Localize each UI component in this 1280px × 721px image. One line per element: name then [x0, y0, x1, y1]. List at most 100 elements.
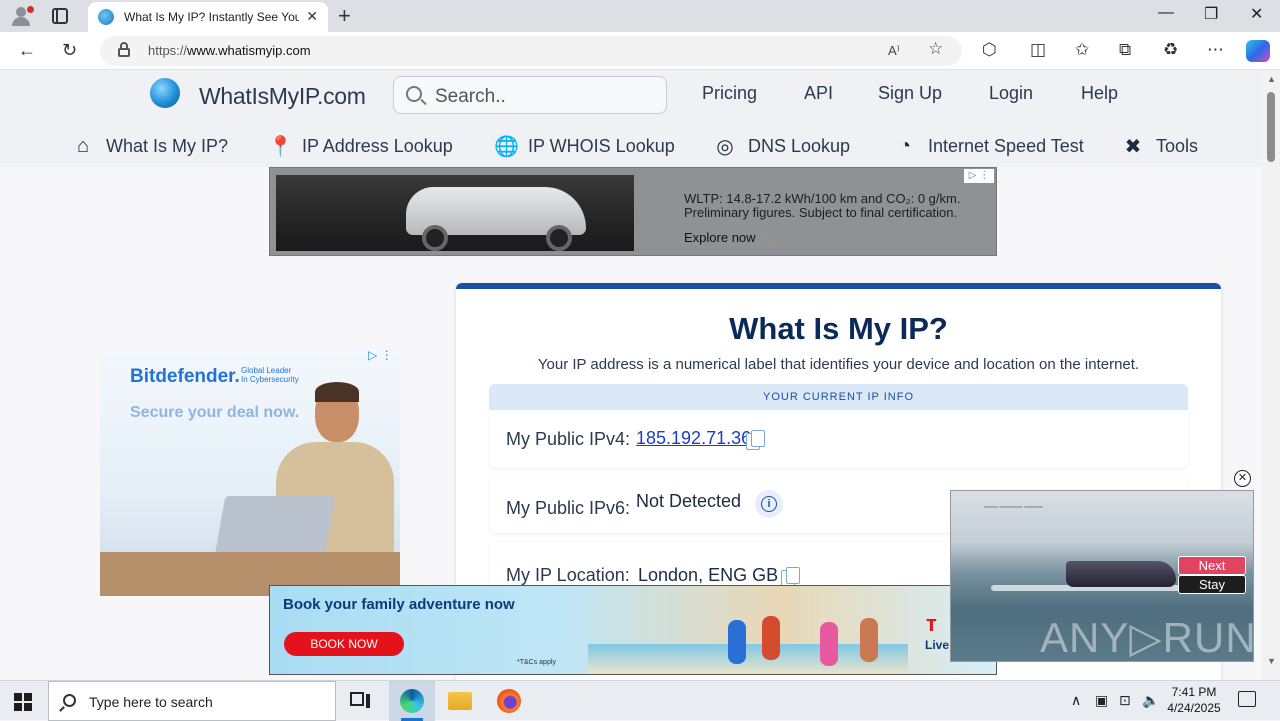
new-tab-button[interactable]: +: [338, 3, 351, 29]
video-next-button[interactable]: Next: [1178, 556, 1246, 575]
ipv6-label: My Public IPv6:: [506, 498, 631, 518]
ad-headline: Secure your deal now.: [130, 404, 300, 421]
globe-icon: 🌐: [494, 135, 519, 158]
subnav-internet-speed-test[interactable]: ◔ Internet Speed Test: [894, 133, 1084, 159]
subnav-label: IP Address Lookup: [302, 135, 453, 156]
map-pin-icon: 📍: [268, 135, 293, 158]
task-view-icon[interactable]: [350, 692, 370, 710]
windows-start-icon[interactable]: [14, 693, 32, 711]
favorites-icon[interactable]: ✩: [1075, 40, 1089, 60]
video-close-button[interactable]: ✕: [1234, 470, 1251, 487]
ipv4-value[interactable]: 185.192.71.36: [636, 428, 751, 449]
taskbar-search-box[interactable]: Type here to search: [48, 681, 336, 721]
performance-icon[interactable]: ♻: [1163, 40, 1178, 60]
video-stay-button[interactable]: Stay: [1178, 575, 1246, 594]
nav-help[interactable]: Help: [1081, 83, 1118, 104]
back-icon[interactable]: ←: [18, 40, 36, 61]
browser-toolbar: ← ↻ https://www.whatismyip.com A⁾ ☆ ⬡ ◫ …: [0, 32, 1280, 70]
ipv4-label: My Public IPv4:: [506, 429, 631, 449]
copy-icon[interactable]: [781, 567, 800, 587]
site-search-input[interactable]: Search..: [393, 76, 667, 114]
adchoices-icon[interactable]: ▷ ⋮: [964, 169, 994, 183]
ad-car-photo: [276, 175, 634, 251]
ad-tagline: Global Leader In Cybersecurity: [241, 366, 299, 384]
window-close-button[interactable]: ✕: [1250, 4, 1263, 24]
nav-pricing[interactable]: Pricing: [702, 83, 757, 104]
copilot-icon[interactable]: [1246, 40, 1270, 62]
floating-video-player[interactable]: ▔▔▔ ▔▔▔▔▔ ▔▔▔▔ Next Stay ANY▷RUN: [950, 490, 1254, 662]
nav-sign-up[interactable]: Sign Up: [878, 83, 942, 104]
volume-icon[interactable]: 🔈: [1142, 692, 1159, 709]
nav-api[interactable]: API: [804, 83, 833, 104]
site-header: WhatIsMyIP.com Search.. Pricing API Sign…: [0, 70, 1262, 167]
taskbar-clock[interactable]: 7:41 PM 4/24/2025: [1162, 684, 1226, 716]
home-icon: ⌂: [76, 134, 90, 157]
subnav-label: DNS Lookup: [748, 135, 851, 156]
ad-explore-link[interactable]: Explore now →: [684, 230, 777, 245]
subnav-dns-lookup[interactable]: ◎ DNS Lookup: [714, 133, 850, 159]
subnav-label: Tools: [1156, 135, 1199, 156]
ad-brand-logo: ᴛ: [926, 611, 937, 636]
show-hidden-icons[interactable]: ∧: [1071, 692, 1081, 709]
extensions-icon[interactable]: ⬡: [982, 40, 997, 60]
firefox-icon[interactable]: [497, 689, 521, 713]
tab-actions-icon[interactable]: [52, 8, 68, 24]
page-scrollbar[interactable]: ▲ ▼: [1262, 70, 1280, 680]
edge-browser-icon[interactable]: [400, 689, 424, 713]
meet-now-icon[interactable]: ▣: [1095, 692, 1108, 709]
subnav-tools[interactable]: ✖ Tools: [1122, 133, 1198, 159]
subnav-what-is-my-ip[interactable]: ⌂ What Is My IP?: [72, 133, 228, 159]
subnav-ip-address-lookup[interactable]: 📍 IP Address Lookup: [268, 133, 453, 159]
tab-title: What Is My IP? Instantly See Your: [124, 10, 299, 24]
book-now-button[interactable]: BOOK NOW: [284, 632, 404, 656]
anyrun-watermark: ANY▷RUN: [1040, 614, 1254, 661]
nav-login[interactable]: Login: [989, 83, 1033, 104]
subnav-ip-whois-lookup[interactable]: 🌐 IP WHOIS Lookup: [494, 133, 675, 159]
dns-icon: ◎: [716, 135, 734, 158]
more-icon[interactable]: ⋯: [1207, 40, 1224, 60]
ad-disclaimer: WLTP: 14.8-17.2 kWh/100 km and CO₂: 0 g/…: [684, 191, 961, 220]
notifications-icon[interactable]: [1238, 691, 1256, 707]
split-screen-icon[interactable]: ◫: [1030, 40, 1046, 60]
video-boat-frame: [1066, 561, 1176, 587]
profile-icon[interactable]: [8, 4, 34, 28]
site-favicon-icon: [98, 9, 114, 25]
scrollbar-thumb[interactable]: [1267, 92, 1275, 162]
speedometer-icon: ◔: [898, 134, 912, 157]
adchoices-icon[interactable]: ▷ ⋮: [368, 348, 393, 362]
lock-icon[interactable]: [118, 42, 130, 57]
search-icon: [63, 694, 76, 707]
maximize-button[interactable]: ❐: [1204, 4, 1218, 24]
favorite-star-icon[interactable]: ☆: [928, 39, 943, 59]
ip-info-header: YOUR CURRENT IP INFO: [489, 384, 1188, 410]
collections-icon[interactable]: ⧉: [1119, 40, 1131, 60]
network-icon[interactable]: ⊡: [1119, 692, 1131, 709]
windows-taskbar: Type here to search ∧ ▣ ⊡ 🔈 7:41 PM 4/24…: [0, 680, 1280, 721]
file-explorer-icon[interactable]: [448, 692, 472, 710]
top-banner-ad[interactable]: WLTP: 14.8-17.2 kWh/100 km and CO₂: 0 g/…: [269, 167, 997, 256]
info-icon[interactable]: i: [755, 490, 783, 518]
left-sidebar-ad[interactable]: Bitdefender. Global Leader In Cybersecuri…: [100, 346, 400, 596]
browser-tab-active[interactable]: What Is My IP? Instantly See Your ✕: [88, 2, 328, 32]
subnav-label: Internet Speed Test: [928, 135, 1084, 156]
ad-brand: Bitdefender.: [130, 366, 240, 387]
scroll-up-icon[interactable]: ▲: [1267, 74, 1276, 84]
ip-location-label: My IP Location:: [506, 565, 630, 585]
scroll-down-icon[interactable]: ▼: [1267, 656, 1276, 666]
refresh-icon[interactable]: ↻: [62, 40, 77, 61]
tab-close-icon[interactable]: ✕: [306, 8, 318, 25]
page-title: What Is My IP?: [729, 311, 948, 346]
read-aloud-icon[interactable]: A⁾: [888, 43, 900, 59]
subnav-label: IP WHOIS Lookup: [528, 135, 675, 156]
site-logo[interactable]: WhatIsMyIP.com: [199, 83, 366, 110]
search-placeholder: Search..: [435, 86, 506, 107]
ad-headline: Book your family adventure now: [283, 596, 515, 613]
logo-globe-icon[interactable]: [150, 78, 180, 108]
minimize-button[interactable]: —: [1158, 4, 1174, 22]
bottom-banner-ad[interactable]: Book your family adventure now BOOK NOW …: [269, 585, 997, 675]
url-text[interactable]: https://www.whatismyip.com: [148, 43, 311, 58]
copy-icon[interactable]: [746, 430, 765, 450]
address-bar[interactable]: https://www.whatismyip.com A⁾ ☆: [100, 36, 962, 66]
browser-tab-bar: What Is My IP? Instantly See Your ✕ + — …: [0, 0, 1280, 32]
tools-icon: ✖: [1124, 135, 1142, 158]
